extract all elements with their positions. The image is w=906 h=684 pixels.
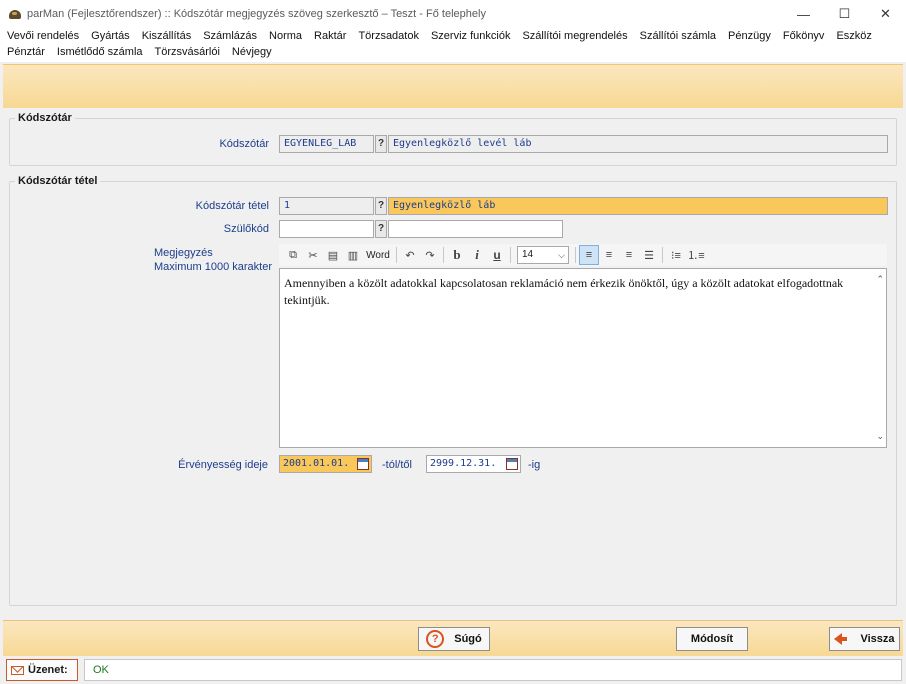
- message-button[interactable]: Üzenet:: [6, 659, 78, 681]
- chevron-down-icon: ⌵: [558, 250, 565, 260]
- message-label: Üzenet:: [28, 664, 68, 676]
- maximize-button[interactable]: ☐: [824, 0, 865, 28]
- header-banner: [3, 64, 903, 108]
- megjegyzes-editor[interactable]: Amennyiben a közölt adatokkal kapcsolato…: [279, 268, 887, 448]
- toolbar-separator: [510, 247, 511, 263]
- menu-item-szerviz-funkciok[interactable]: Szerviz funkciók: [431, 28, 510, 44]
- align-center-icon[interactable]: ≡: [599, 245, 619, 265]
- window-controls: — ☐ ✕: [783, 0, 906, 28]
- status-bar: Üzenet: OK: [0, 656, 906, 684]
- kodszotar-code-field[interactable]: EGYENLEG_LAB: [279, 135, 374, 153]
- font-size-select[interactable]: 14 ⌵: [517, 246, 569, 264]
- back-button[interactable]: Vissza: [829, 627, 900, 651]
- menu-item-raktar[interactable]: Raktár: [314, 28, 346, 44]
- menu-item-kiszallitas[interactable]: Kiszállítás: [142, 28, 192, 44]
- editor-toolbar: ⧉ ✂ ▤ ▥ Word ↶ ↷ b i u 14 ⌵ ≡ ≡ ≡ ☰ ⁝≡ ⒈…: [279, 244, 887, 266]
- date-from-field[interactable]: 2001.01.01.: [279, 455, 372, 473]
- menu-item-norma[interactable]: Norma: [269, 28, 302, 44]
- toolbar-separator: [443, 247, 444, 263]
- menu-item-penzugy[interactable]: Pénzügy: [728, 28, 771, 44]
- kodszotar-lookup-button[interactable]: ?: [375, 135, 387, 153]
- tol-label: -tól/től: [382, 459, 412, 471]
- szulokod-name-field[interactable]: [388, 220, 563, 238]
- menu-item-szallitoi-megrendeles[interactable]: Szállítói megrendelés: [522, 28, 627, 44]
- help-button-label: Súgó: [454, 633, 482, 645]
- calendar-icon[interactable]: [357, 458, 369, 470]
- ervenyesseg-label: Érvényesség ideje: [178, 459, 268, 471]
- menu-item-penztar[interactable]: Pénztár: [7, 44, 45, 60]
- toolbar-separator: [575, 247, 576, 263]
- menu-item-ismetlodo-szamla[interactable]: Ismétlődő számla: [57, 44, 143, 60]
- toolbar-separator: [396, 247, 397, 263]
- title-bar: parMan (Fejlesztőrendszer) :: Kódszótár …: [0, 0, 906, 28]
- cut-icon[interactable]: ✂: [303, 245, 323, 265]
- paste-icon[interactable]: ▤: [323, 245, 343, 265]
- window-title: parMan (Fejlesztőrendszer) :: Kódszótár …: [27, 8, 486, 20]
- bold-button[interactable]: b: [447, 245, 467, 265]
- menu-bar: Vevői rendelés Gyártás Kiszállítás Száml…: [0, 28, 906, 62]
- arrow-left-icon: [834, 633, 848, 645]
- toolbar-separator: [662, 247, 663, 263]
- date-to-field[interactable]: 2999.12.31.: [426, 455, 521, 473]
- modify-button-label: Módosít: [690, 633, 734, 645]
- date-to-value: 2999.12.31.: [430, 458, 497, 469]
- tetel-code-field[interactable]: 1: [279, 197, 374, 215]
- back-button-label: Vissza: [860, 633, 895, 645]
- align-left-icon[interactable]: ≡: [579, 245, 599, 265]
- bullet-list-icon[interactable]: ⁝≡: [666, 245, 686, 265]
- copy-icon[interactable]: ⧉: [283, 245, 303, 265]
- bottom-button-bar: ? Súgó Módosít Vissza: [3, 620, 903, 656]
- tetel-name-field[interactable]: Egyenlegközlő láb: [388, 197, 888, 215]
- envelope-icon: [11, 665, 24, 675]
- szulokod-lookup-button[interactable]: ?: [375, 220, 387, 238]
- italic-button[interactable]: i: [467, 245, 487, 265]
- scroll-up-icon[interactable]: ⌃: [876, 271, 884, 288]
- kodszotar-label: Kódszótár: [219, 138, 269, 150]
- numbered-list-icon[interactable]: ⒈≡: [686, 245, 706, 265]
- megjegyzes-label: Megjegyzés: [154, 247, 213, 259]
- app-logo-icon: [9, 9, 21, 19]
- align-justify-icon[interactable]: ☰: [639, 245, 659, 265]
- minimize-button[interactable]: —: [783, 0, 824, 28]
- menu-item-nevjegy[interactable]: Névjegy: [232, 44, 272, 60]
- status-message: OK: [84, 659, 902, 681]
- menu-item-szallitoi-szamla[interactable]: Szállítói számla: [640, 28, 716, 44]
- scroll-down-icon[interactable]: ⌄: [876, 428, 884, 445]
- tetel-lookup-button[interactable]: ?: [375, 197, 387, 215]
- szulokod-code-field[interactable]: [279, 220, 374, 238]
- kodszotar-group-title: Kódszótár: [15, 112, 75, 124]
- menu-item-torzsvasarloi[interactable]: Törzsvásárlói: [155, 44, 220, 60]
- underline-button[interactable]: u: [487, 245, 507, 265]
- ig-label: -ig: [528, 459, 541, 471]
- undo-icon[interactable]: ↶: [400, 245, 420, 265]
- date-from-value: 2001.01.01.: [283, 458, 350, 469]
- menu-item-gyartas[interactable]: Gyártás: [91, 28, 130, 44]
- calendar-icon[interactable]: [506, 458, 518, 470]
- close-button[interactable]: ✕: [865, 0, 906, 28]
- kodszotar-name-field[interactable]: Egyenlegközlő levél láb: [388, 135, 888, 153]
- help-button[interactable]: ? Súgó: [418, 627, 490, 651]
- megjegyzes-max-label: Maximum 1000 karakter: [154, 261, 272, 273]
- tetel-label: Kódszótár tétel: [195, 200, 269, 212]
- menu-item-eszkoz[interactable]: Eszköz: [836, 28, 871, 44]
- menu-item-szamlazas[interactable]: Számlázás: [203, 28, 257, 44]
- modify-button[interactable]: Módosít: [676, 627, 748, 651]
- align-right-icon[interactable]: ≡: [619, 245, 639, 265]
- menu-item-fokonyv[interactable]: Főkönyv: [783, 28, 825, 44]
- help-icon: ?: [426, 630, 445, 648]
- paste-word-button[interactable]: Word: [363, 245, 393, 265]
- paste-text-icon[interactable]: ▥: [343, 245, 363, 265]
- font-size-value: 14: [522, 249, 534, 260]
- szulokod-label: Szülőkód: [223, 223, 269, 235]
- tetel-group-title: Kódszótár tétel: [15, 175, 101, 187]
- menu-item-vevoi-rendeles[interactable]: Vevői rendelés: [7, 28, 79, 44]
- menu-item-torzsadatok[interactable]: Törzsadatok: [358, 28, 419, 44]
- redo-icon[interactable]: ↷: [420, 245, 440, 265]
- megjegyzes-text: Amennyiben a közölt adatokkal kapcsolato…: [284, 276, 844, 307]
